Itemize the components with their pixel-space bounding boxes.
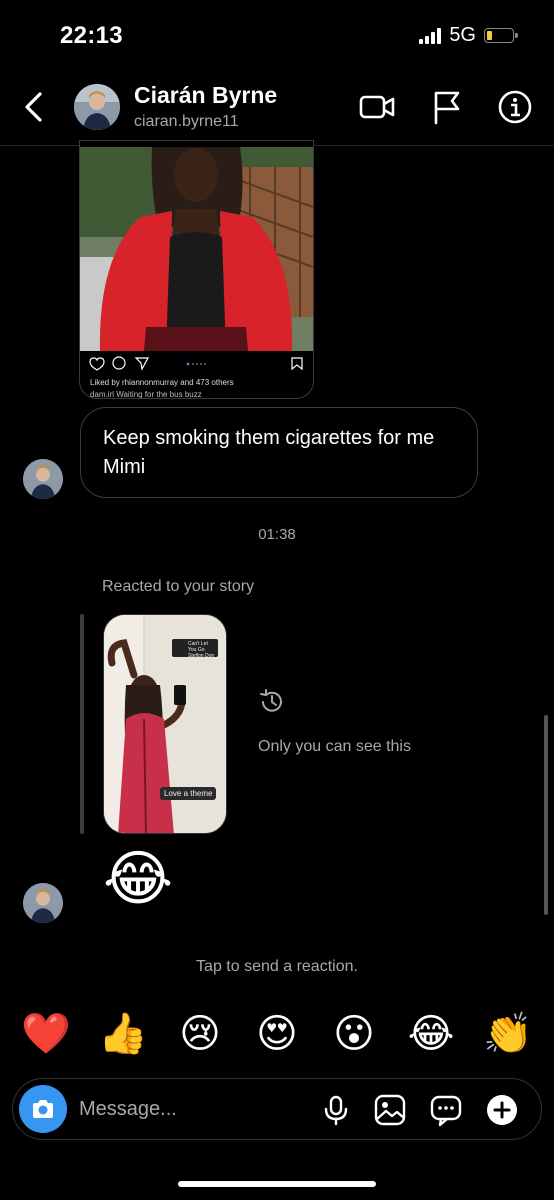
video-call-icon[interactable] [358, 88, 396, 126]
comment-icon [112, 356, 126, 370]
sticker-title: Can't Let You Go [188, 641, 208, 653]
sender-avatar[interactable] [23, 459, 63, 499]
reaction-hint: Tap to send a reaction. [196, 958, 358, 975]
reaction-laughing[interactable]: 😂 [405, 1008, 457, 1060]
back-chevron-icon[interactable] [18, 90, 50, 124]
reaction-heart-eyes[interactable]: 😍 [251, 1008, 303, 1060]
heart-icon [89, 357, 105, 371]
story-thumbnail[interactable]: Can't Let You Go Steflon Don Love a theme [103, 614, 227, 834]
post-photo [80, 147, 313, 351]
reaction-heart[interactable]: ❤️ [20, 1008, 72, 1060]
post-liked-by: Liked by rhiannonmurray and 473 others [90, 378, 234, 387]
add-icon[interactable] [485, 1093, 519, 1127]
home-indicator[interactable] [178, 1181, 376, 1187]
share-icon [134, 357, 150, 371]
camera-icon [33, 1100, 53, 1118]
microphone-icon[interactable] [319, 1093, 353, 1127]
status-time: 22:13 [60, 22, 123, 49]
message-composer [12, 1078, 542, 1140]
contact-name[interactable]: Ciarán Byrne [134, 82, 277, 109]
reply-indicator-line [80, 614, 84, 834]
reacted-to-story-label: Reacted to your story [102, 578, 255, 595]
message-bubble[interactable]: Keep smoking them cigarettes for me Mimi [80, 407, 478, 498]
reaction-clapping[interactable]: 👏 [482, 1008, 534, 1060]
network-label: 5G [449, 24, 476, 46]
music-sticker: Can't Let You Go Steflon Don [172, 639, 218, 659]
signal-icon [419, 27, 442, 44]
post-caption: dam.irl Waiting for the bus buzz [90, 390, 202, 399]
message-timestamp: 01:38 [258, 526, 296, 543]
quick-reactions: ❤️ 👍 😢 😍 😮 😂 👏 [20, 1008, 534, 1060]
contact-username[interactable]: ciaran.byrne11 [134, 113, 239, 131]
post-actions-bar [89, 356, 303, 371]
camera-button[interactable] [19, 1085, 67, 1133]
emoji-message[interactable]: 😂 [103, 844, 173, 914]
message-input[interactable] [79, 1093, 299, 1125]
chat-header: Ciarán Byrne ciaran.byrne11 [0, 76, 554, 146]
bookmark-icon [291, 357, 303, 371]
sticker-icon[interactable] [429, 1093, 463, 1127]
only-you-notice: Only you can see this [258, 738, 411, 755]
info-icon[interactable] [496, 88, 534, 126]
status-indicators: 5G [419, 24, 518, 47]
gallery-icon[interactable] [373, 1093, 407, 1127]
reaction-surprised[interactable]: 😮 [328, 1008, 380, 1060]
battery-icon [484, 28, 518, 43]
reaction-crying[interactable]: 😢 [174, 1008, 226, 1060]
flag-icon[interactable] [428, 88, 466, 126]
contact-avatar[interactable] [74, 84, 120, 130]
history-icon [260, 689, 282, 712]
reaction-thumbs-up[interactable]: 👍 [97, 1008, 149, 1060]
story-caption: Love a theme [160, 787, 217, 800]
scrollbar[interactable] [544, 715, 548, 915]
sender-avatar[interactable] [23, 883, 63, 923]
sticker-artist: Steflon Don [188, 653, 215, 659]
shared-post-card[interactable]: Liked by rhiannonmurray and 473 others d… [79, 140, 314, 399]
